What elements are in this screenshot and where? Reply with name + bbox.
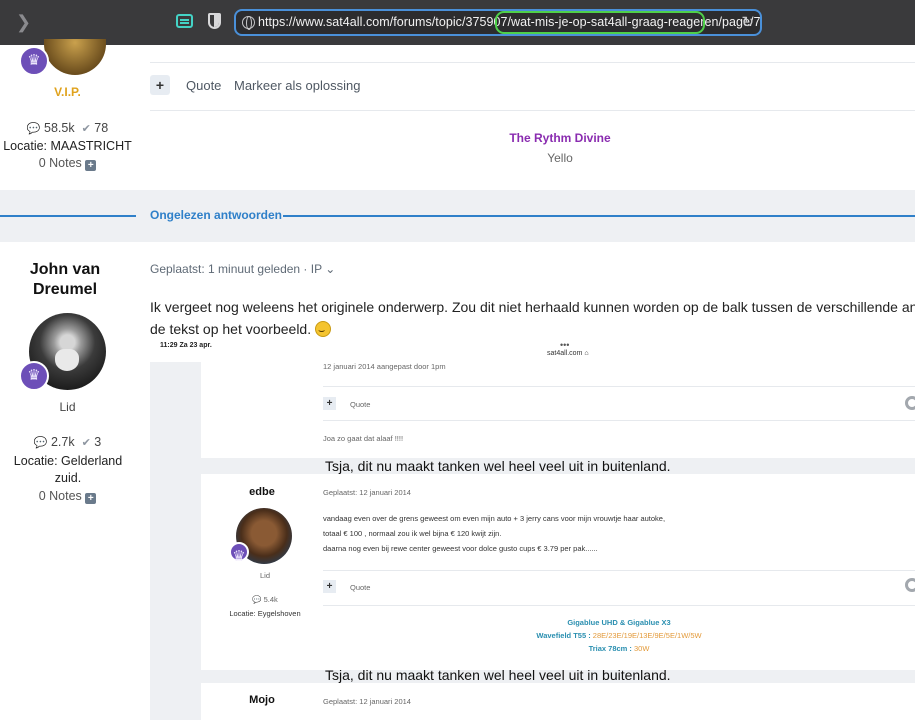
check-badge-icon: ✔ <box>81 437 91 449</box>
crown-icon <box>229 542 249 565</box>
signature-line: The Rythm Divine <box>509 131 611 145</box>
shot-topic-caption: Tsja, dit nu maakt tanken wel heel veel … <box>325 458 671 474</box>
check-badge-icon: ✔ <box>81 123 91 135</box>
shot-author-posts: 💬 5.4k <box>252 595 278 604</box>
reply-text: Joa zo gaat dat alaaf !!!! <box>323 434 404 443</box>
address-bar[interactable]: https://www.sat4all.com/forums/topic/375… <box>234 9 762 36</box>
comment-icon: 💬 <box>33 437 48 449</box>
smiley-icon <box>315 320 331 340</box>
shot-signature-line: Gigablue UHD & Gigablue X3 <box>567 618 671 627</box>
author-location: Locatie: MAASTRICHT <box>3 139 132 153</box>
post-body: Ik vergeet nog weleens het originele ond… <box>150 296 915 340</box>
post-count: 2.7k <box>50 435 75 449</box>
author-stats: 💬 2.7k ✔ 3 <box>0 435 135 449</box>
sig-label: Wavefield T55 : <box>536 631 593 640</box>
divider <box>323 386 915 387</box>
shot-post-card: Mojo Geplaatst: 12 januari 2014 <box>201 683 915 720</box>
edited-note: 12 januari 2014 aangepast door 1pm <box>323 362 446 371</box>
globe-icon <box>242 16 255 30</box>
react-icon <box>905 396 915 410</box>
prev-author-panel: V.I.P. 💬 58.5k ✔ 78 Locatie: MAASTRICHT … <box>0 39 135 190</box>
url-slug-highlight <box>495 11 705 34</box>
shot-author-name: Mojo <box>249 694 275 706</box>
sig-value: 30W <box>634 644 650 653</box>
reload-icon[interactable]: ↻ <box>741 13 754 31</box>
quote-button: Quote <box>350 400 371 409</box>
shot-author-name: edbe <box>249 486 275 498</box>
multiquote-button: + <box>323 397 336 410</box>
quote-button[interactable]: Quote <box>186 78 221 93</box>
unread-label: Ongelezen antwoorden <box>150 208 283 222</box>
sig-label: Triax 78cm : <box>588 644 635 653</box>
separator-line <box>283 215 915 217</box>
quote-button: Quote <box>350 583 371 592</box>
reputation-count: 78 <box>94 121 109 135</box>
plus-square-icon: + <box>85 493 97 504</box>
status-host: sat4all.com ⌂ <box>547 350 589 357</box>
plus-square-icon: + <box>85 160 97 171</box>
embedded-screenshot[interactable]: 11:29 Za 23 apr. ••• sat4all.com ⌂ 12 ja… <box>150 340 915 720</box>
prev-author-avatar[interactable] <box>44 39 106 75</box>
more-dots-icon: ••• <box>560 340 570 350</box>
signature-line: Yello <box>547 151 573 165</box>
shot-post-card: edbe Lid 💬 5.4k Locatie: Eygelshoven Gep… <box>201 474 915 670</box>
tablet-status-bar: 11:29 Za 23 apr. ••• sat4all.com ⌂ <box>150 340 915 362</box>
reader-view-icon[interactable] <box>176 14 193 28</box>
shot-post-count: 5.4k <box>263 595 278 604</box>
shot-post-meta: Geplaatst: 12 januari 2014 <box>323 488 411 497</box>
author-name[interactable]: John van Dreumel <box>0 260 130 300</box>
sig-value: 28E/23E/19E/13E/9E/5E/1W/5W <box>592 631 702 640</box>
author-location: Locatie: Gelderland zuid. <box>13 454 123 485</box>
shot-body-line: totaal € 100 , normaal zou ik wel bijna … <box>323 529 502 538</box>
notes-link[interactable]: 0 Notes + <box>0 489 135 504</box>
react-icon <box>905 578 915 592</box>
shot-author-location: Locatie: Eygelshoven <box>229 609 301 618</box>
post-count: 58.5k <box>44 121 75 135</box>
shot-post-card: 12 januari 2014 aangepast door 1pm + Quo… <box>201 362 915 458</box>
post-meta[interactable]: Geplaatst: 1 minuut geleden · IP ⌄ <box>150 262 335 276</box>
shot-signature-line: Wavefield T55 : 28E/23E/19E/13E/9E/5E/1W… <box>323 631 915 640</box>
divider <box>323 605 915 606</box>
shot-topic-caption: Tsja, dit nu maakt tanken wel heel veel … <box>325 667 671 683</box>
shot-signature-line: Triax 78cm : 30W <box>323 644 915 653</box>
status-time: 11:29 Za 23 apr. <box>160 342 212 349</box>
browser-toolbar: ❯ https://www.sat4all.com/forums/topic/3… <box>0 0 915 45</box>
post-body-line-2: de tekst op het voorbeeld. <box>150 318 915 340</box>
privacy-shield-icon[interactable] <box>208 13 221 29</box>
post-body-line: de tekst op het voorbeeld. <box>150 321 312 337</box>
author-stats: 💬 58.5k ✔ 78 <box>0 121 135 135</box>
shot-body-line: vandaag even over de grens geweest om ev… <box>323 514 666 523</box>
shot-post-meta: Geplaatst: 12 januari 2014 <box>323 697 411 706</box>
mark-solution-button[interactable]: Markeer als oplossing <box>234 78 360 93</box>
url-prefix: https://www.sat4all.com/forums/topic/375… <box>258 15 512 29</box>
comment-icon: 💬 <box>26 123 41 135</box>
crown-icon <box>19 46 49 76</box>
notes-link[interactable]: 0 Notes + <box>0 156 135 171</box>
shot-author-role: Lid <box>259 571 270 580</box>
shot-body-line: daarna nog even bij rewe center geweest … <box>323 544 598 553</box>
rank-title: V.I.P. <box>54 85 81 99</box>
reputation-count: 3 <box>94 435 102 449</box>
crown-icon <box>19 361 49 391</box>
divider <box>323 420 915 421</box>
divider <box>150 110 915 111</box>
multiquote-button[interactable]: + <box>150 75 170 95</box>
separator-line <box>0 215 136 217</box>
divider <box>150 62 915 63</box>
back-icon[interactable]: ❯ <box>16 12 32 32</box>
notes-label: 0 Notes <box>38 489 82 503</box>
post-body-line: Ik vergeet nog weleens het originele ond… <box>150 299 915 315</box>
notes-label: 0 Notes <box>38 156 82 170</box>
multiquote-button: + <box>323 580 336 593</box>
divider <box>323 570 915 571</box>
author-role: Lid <box>59 400 76 414</box>
